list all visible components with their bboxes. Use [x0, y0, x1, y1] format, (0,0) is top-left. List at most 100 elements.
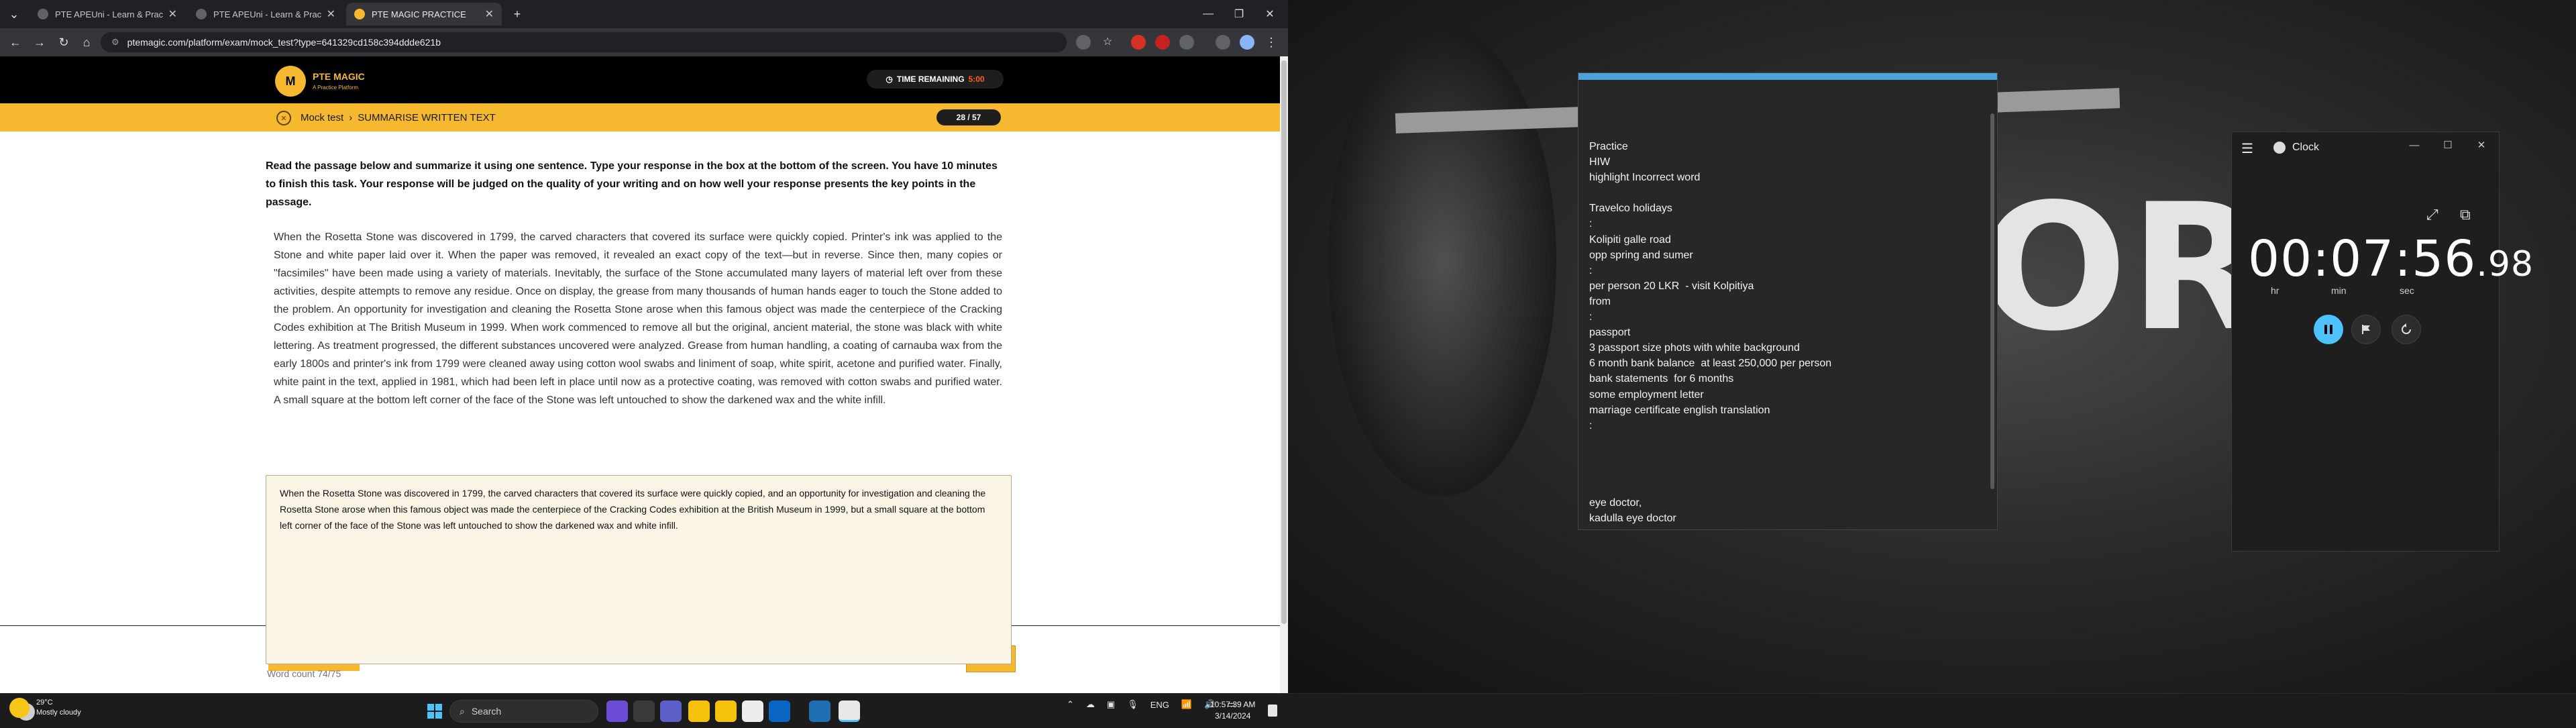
timer-value: 5:00	[968, 74, 985, 84]
sticky-notes-icon[interactable]	[715, 700, 737, 722]
taskbar-clock[interactable]: 10:57:39 AM 3/14/2024	[1210, 699, 1255, 722]
page-scrollbar[interactable]	[1280, 56, 1288, 693]
search-placeholder: Search	[471, 706, 502, 717]
clock-maximize-icon[interactable]: ☐	[2434, 136, 2461, 154]
notepad-scrollbar[interactable]	[1990, 113, 1994, 489]
lap-button[interactable]	[2351, 315, 2381, 344]
taskbar-date: 3/14/2024	[1215, 711, 1251, 721]
pte-magic-favicon-icon	[354, 9, 365, 19]
tab-strip: ⌄ PTE APEUni - Learn & Practice ✕ PTE AP…	[0, 0, 1288, 28]
reset-button[interactable]	[2392, 315, 2421, 344]
tab-pte-magic[interactable]: PTE MAGIC PRACTICE ✕	[346, 3, 502, 25]
tray-chevron-icon[interactable]: ⌃	[1067, 699, 1074, 710]
maximize-icon[interactable]: ❐	[1224, 4, 1254, 24]
clock-close-icon[interactable]: ✕	[2468, 136, 2495, 154]
weather-widget[interactable]: 29°C Mostly cloudy	[9, 698, 81, 718]
clock-minimize-icon[interactable]: —	[2401, 136, 2428, 154]
close-window-icon[interactable]: ✕	[1254, 4, 1285, 24]
extension-red-icon[interactable]	[1131, 35, 1146, 50]
stopwatch-main: 00:07:56	[2248, 230, 2477, 288]
back-icon[interactable]: ←	[5, 32, 25, 52]
wifi-icon[interactable]: 📶	[1181, 699, 1192, 710]
notepad-titlebar[interactable]	[1578, 73, 1997, 80]
brand-name: PTE MAGIC	[313, 71, 365, 82]
taskbar-time: 10:57:39 AM	[1210, 700, 1256, 709]
breadcrumb-separator: ›	[349, 112, 353, 123]
unit-hr: hr	[2271, 285, 2279, 296]
pte-magic-logo[interactable]: M	[275, 66, 306, 97]
pause-icon	[2324, 325, 2332, 334]
start-windows-icon[interactable]	[424, 700, 445, 722]
site-header: M PTE MAGIC A Practice Platform ◷ TIME R…	[0, 56, 1280, 103]
question-counter: 28 / 57	[936, 109, 1001, 125]
chrome-icon[interactable]	[839, 700, 860, 722]
tab-search-icon[interactable]: ⌄	[4, 4, 24, 24]
tab-apeuni-1[interactable]: PTE APEUni - Learn & Practice ✕	[30, 3, 185, 25]
keep-on-top-icon[interactable]: ⧉	[2460, 206, 2471, 223]
language-indicator[interactable]: ENG	[1150, 700, 1169, 710]
response-textarea[interactable]: When the Rosetta Stone was discovered in…	[266, 475, 1012, 664]
taskbar-search-input[interactable]: ⌕ Search	[449, 700, 598, 723]
clock-app-taskbar-icon[interactable]	[742, 700, 763, 722]
apeuni-favicon-icon	[38, 9, 48, 19]
brand-tagline: A Practice Platform	[313, 85, 359, 91]
notepad-text[interactable]: Practice HIW highlight Incorrect word Tr…	[1589, 139, 1965, 526]
expand-icon[interactable]: ⤢	[2426, 206, 2438, 223]
file-explorer-icon[interactable]	[688, 700, 710, 722]
tab-apeuni-2[interactable]: PTE APEUni - Learn & Practice ✕	[188, 3, 343, 25]
pause-button[interactable]	[2314, 315, 2343, 344]
sidebar-icon[interactable]	[1216, 35, 1230, 50]
reading-passage: When the Rosetta Stone was discovered in…	[274, 231, 1002, 406]
taskbar: 29°C Mostly cloudy ⌕ Search ⌃ ☁ ▣ 🎙 ENG …	[0, 693, 2576, 728]
bookmark-star-icon[interactable]: ☆	[1100, 35, 1115, 50]
stopwatch-fraction: .98	[2476, 244, 2534, 284]
copilot-icon[interactable]	[606, 700, 628, 722]
new-tab-icon[interactable]: +	[507, 4, 527, 24]
scrollbar-thumb[interactable]	[1281, 60, 1287, 624]
unit-min: min	[2331, 285, 2347, 296]
exit-circle-icon[interactable]: ✕	[276, 111, 291, 125]
tab-close-icon[interactable]: ✕	[485, 7, 494, 21]
snipping-tool-icon[interactable]	[809, 700, 830, 722]
site-info-icon[interactable]: ⚙	[111, 37, 119, 48]
tab-title: PTE APEUni - Learn & Practice	[55, 9, 163, 19]
microphone-icon[interactable]: 🎙	[1127, 699, 1138, 710]
stopwatch-time: 00:07:56.98	[2248, 230, 2534, 288]
tab-title: PTE APEUni - Learn & Practice	[213, 9, 321, 19]
breadcrumb: Mock test › SUMMARISE WRITTEN TEXT	[301, 112, 496, 123]
forward-icon[interactable]: →	[30, 32, 50, 52]
password-key-icon[interactable]	[1076, 35, 1091, 50]
menu-dots-icon[interactable]: ⋮	[1264, 35, 1279, 50]
extensions-puzzle-icon[interactable]	[1179, 35, 1194, 50]
tray-app-icon[interactable]: ▣	[1107, 699, 1115, 710]
reload-icon[interactable]: ↻	[54, 32, 74, 52]
breadcrumb-mock-test[interactable]: Mock test	[301, 112, 343, 123]
url-text: ptemagic.com/platform/exam/mock_test?typ…	[127, 37, 441, 48]
clock-title: Clock	[2292, 142, 2320, 153]
weather-desc: Mostly cloudy	[36, 709, 81, 717]
home-icon[interactable]: ⌂	[76, 32, 97, 52]
clock-app-icon	[2273, 142, 2286, 154]
vscode-icon[interactable]	[769, 700, 790, 722]
weather-cloud-sun-icon	[9, 698, 30, 718]
notepad-window[interactable]: Practice HIW highlight Incorrect word Tr…	[1578, 72, 1998, 530]
notification-icon[interactable]	[1268, 705, 1277, 717]
tab-close-icon[interactable]: ✕	[168, 7, 177, 21]
browser-window: ⌄ PTE APEUni - Learn & Practice ✕ PTE AP…	[0, 0, 1288, 693]
flag-icon	[2362, 325, 2370, 334]
teams-icon[interactable]	[660, 700, 682, 722]
tab-title: PTE MAGIC PRACTICE	[372, 9, 466, 19]
reset-icon	[2402, 323, 2411, 334]
adblock-icon[interactable]	[1155, 35, 1170, 50]
timer-label: TIME REMAINING	[896, 74, 965, 84]
time-remaining-badge: ◷ TIME REMAINING 5:00	[867, 70, 1004, 89]
task-view-icon[interactable]	[633, 700, 655, 722]
profile-avatar-icon[interactable]	[1240, 35, 1254, 50]
tab-close-icon[interactable]: ✕	[327, 7, 335, 21]
search-icon: ⌕	[460, 705, 465, 717]
menu-hamburger-icon[interactable]: ☰	[2241, 140, 2253, 157]
minimize-icon[interactable]: —	[1193, 4, 1224, 24]
url-input[interactable]: ⚙ ptemagic.com/platform/exam/mock_test?t…	[101, 32, 1067, 52]
onedrive-icon[interactable]: ☁	[1086, 699, 1095, 710]
task-instructions: Read the passage below and summarize it …	[266, 160, 998, 208]
